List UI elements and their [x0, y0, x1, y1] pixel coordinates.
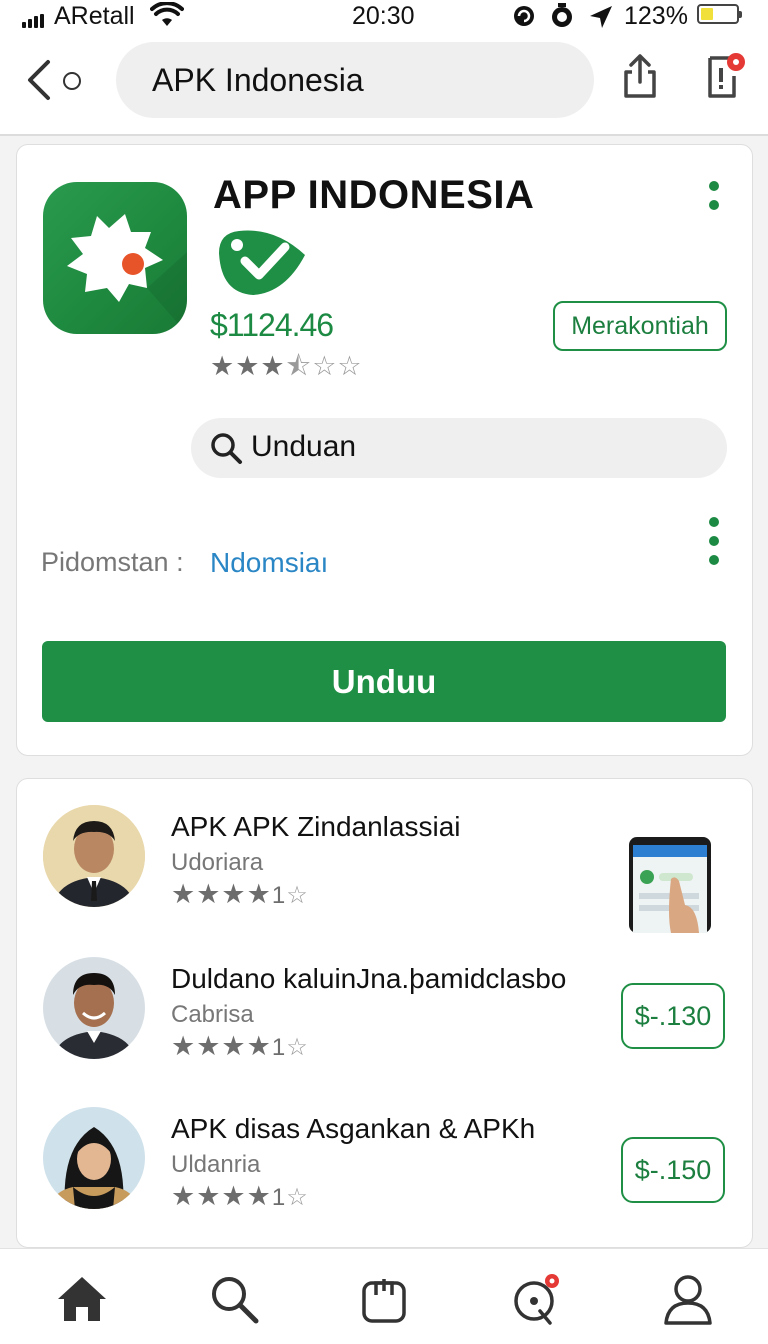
more-options-icon[interactable] — [709, 181, 719, 219]
rating-count: 1 — [271, 1034, 287, 1061]
app-title: APP INDONESIA — [213, 173, 535, 217]
home-icon[interactable] — [56, 1273, 108, 1325]
back-icon[interactable] — [24, 58, 56, 102]
rotation-lock-icon — [514, 6, 534, 26]
address-bar[interactable]: APK Indonesia — [116, 42, 594, 118]
tag-button[interactable]: Merakontiah — [553, 301, 727, 351]
avatar — [43, 805, 145, 907]
app-icon[interactable] — [43, 182, 187, 334]
item-title: Duldano kaluinJna.þamidclasbo — [171, 963, 567, 994]
list-item[interactable]: APK APK Zindanlassiai Udoriara ★★★★1☆ — [17, 805, 754, 933]
rating-count: 1 — [271, 1184, 287, 1211]
search-icon — [209, 431, 243, 473]
search-text: Unduan — [251, 430, 357, 463]
share-icon[interactable] — [620, 52, 660, 105]
wifi-icon — [150, 1, 184, 33]
bag-icon[interactable] — [358, 1273, 410, 1325]
publisher-more-icon[interactable] — [709, 517, 719, 574]
signal-icon — [22, 10, 46, 28]
item-developer: Cabrisa — [171, 1001, 254, 1028]
notifications-icon[interactable] — [510, 1273, 562, 1325]
carrier-name: ARetall — [54, 2, 135, 30]
list-item[interactable]: Duldano kaluinJna.þamidclasbo Cabrisa ★★… — [17, 957, 754, 1067]
browser-toolbar: APK Indonesia — [0, 32, 768, 136]
status-bar: ARetall 20:30 123% — [0, 0, 768, 32]
list-item[interactable]: APK disas Asgankan & APKh Uldanria ★★★★1… — [17, 1107, 754, 1217]
related-apps-card: APK APK Zindanlassiai Udoriara ★★★★1☆ Du… — [16, 778, 753, 1248]
status-icons — [512, 2, 616, 35]
profile-icon[interactable] — [662, 1273, 714, 1325]
download-button[interactable]: Unduu — [42, 641, 726, 722]
app-price: $1124.46 — [210, 307, 334, 343]
bottom-navigation — [0, 1248, 768, 1344]
publisher-label: Pidomstan : — [41, 547, 184, 577]
item-rating: ★★★★1☆ — [171, 1031, 309, 1061]
in-app-search[interactable]: Unduan — [191, 418, 727, 478]
item-developer: Udoriara — [171, 849, 264, 876]
publisher-link[interactable]: Ndomsiaı — [210, 547, 328, 579]
item-title: APK disas Asgankan & APKh — [171, 1113, 536, 1144]
item-developer: Uldanria — [171, 1151, 261, 1178]
alarm-icon — [552, 3, 572, 27]
search-icon[interactable] — [208, 1273, 260, 1325]
app-screenshot-thumbnail[interactable] — [627, 835, 713, 938]
avatar — [43, 1107, 145, 1209]
avatar — [43, 957, 145, 1059]
price-button[interactable]: $-.130 — [621, 983, 725, 1049]
verified-badge-icon — [215, 223, 311, 302]
address-text: APK Indonesia — [152, 62, 364, 98]
app-detail-card: APP INDONESIA $1124.46 ★★★⯪☆☆ Merakontia… — [16, 144, 753, 756]
item-rating: ★★★★1☆ — [171, 879, 309, 909]
location-icon — [590, 6, 612, 28]
battery-icon — [697, 4, 742, 24]
battery-percent: 123% — [624, 2, 688, 30]
app-rating-stars: ★★★⯪☆☆ — [210, 351, 363, 381]
tabs-icon[interactable] — [63, 72, 81, 90]
item-rating: ★★★★1☆ — [171, 1181, 309, 1211]
rating-count: 1 — [271, 882, 287, 909]
price-button[interactable]: $-.150 — [621, 1137, 725, 1203]
item-title: APK APK Zindanlassiai — [171, 811, 461, 842]
notification-icon[interactable] — [700, 50, 748, 107]
clock: 20:30 — [352, 2, 415, 30]
